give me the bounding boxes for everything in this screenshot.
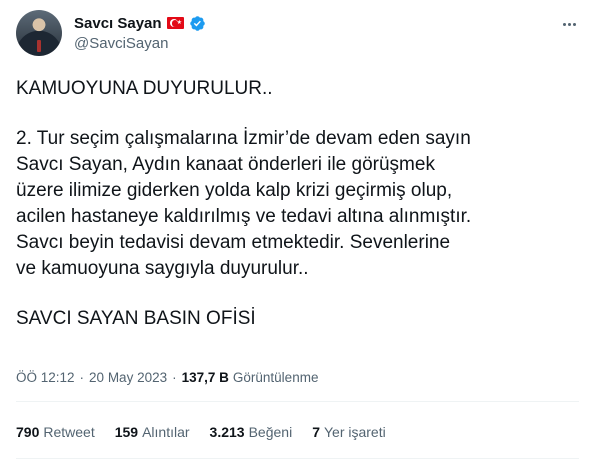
retweet-stat[interactable]: 790 Retweet — [16, 424, 95, 440]
handle[interactable]: @SavciSayan — [74, 35, 206, 52]
avatar[interactable] — [16, 10, 62, 56]
bookmark-count: 7 — [312, 424, 320, 440]
meta-separator: · — [79, 370, 85, 385]
tweet-meta: ÖÖ 12:12 · 20 May 2023 · 137,7 B Görüntü… — [16, 370, 318, 385]
views-count: 137,7 B — [181, 370, 229, 385]
quote-count: 159 — [114, 424, 139, 440]
bookmark-stat[interactable]: 7 Yer işareti — [312, 424, 386, 440]
bookmark-label: Yer işareti — [323, 424, 386, 440]
quote-stat[interactable]: 159 Alıntılar — [115, 424, 190, 440]
quote-label: Alıntılar — [142, 424, 190, 440]
tweet-title: KAMUOYUNA DUYURULUR.. — [16, 78, 273, 99]
like-label: Beğeni — [248, 424, 293, 440]
like-count: 3.213 — [209, 424, 245, 440]
tweet-paragraph: 2. Tur seçim çalışmalarına İzmir’de deva… — [16, 128, 472, 279]
more-options-icon[interactable] — [559, 14, 579, 34]
divider — [16, 401, 579, 402]
like-stat[interactable]: 3.213 Beğeni — [210, 424, 293, 440]
divider — [16, 458, 579, 459]
tweet-time[interactable]: ÖÖ 12:12 — [16, 370, 75, 385]
meta-separator: · — [172, 370, 177, 385]
retweet-count: 790 — [16, 424, 40, 440]
display-name[interactable]: Savcı Sayan — [74, 15, 162, 32]
tweet-stats: 790 Retweet 159 Alıntılar 3.213 Beğeni 7… — [16, 424, 406, 440]
tweet-header: Savcı Sayan ★ @SavciSayan — [16, 10, 579, 58]
author-info: Savcı Sayan ★ @SavciSayan — [74, 13, 206, 52]
tweet-date[interactable]: 20 May 2023 — [89, 370, 167, 385]
views-label: Görüntülenme — [232, 370, 319, 385]
display-name-row: Savcı Sayan ★ — [74, 13, 206, 33]
turkey-flag-icon: ★ — [166, 17, 184, 29]
verified-badge-icon — [189, 15, 205, 31]
retweet-label: Retweet — [43, 424, 95, 440]
tweet-signature: SAVCI SAYAN BASIN OFİSİ — [16, 308, 256, 329]
tweet-body: KAMUOYUNA DUYURULUR.. 2. Tur seçim çalış… — [16, 76, 586, 332]
